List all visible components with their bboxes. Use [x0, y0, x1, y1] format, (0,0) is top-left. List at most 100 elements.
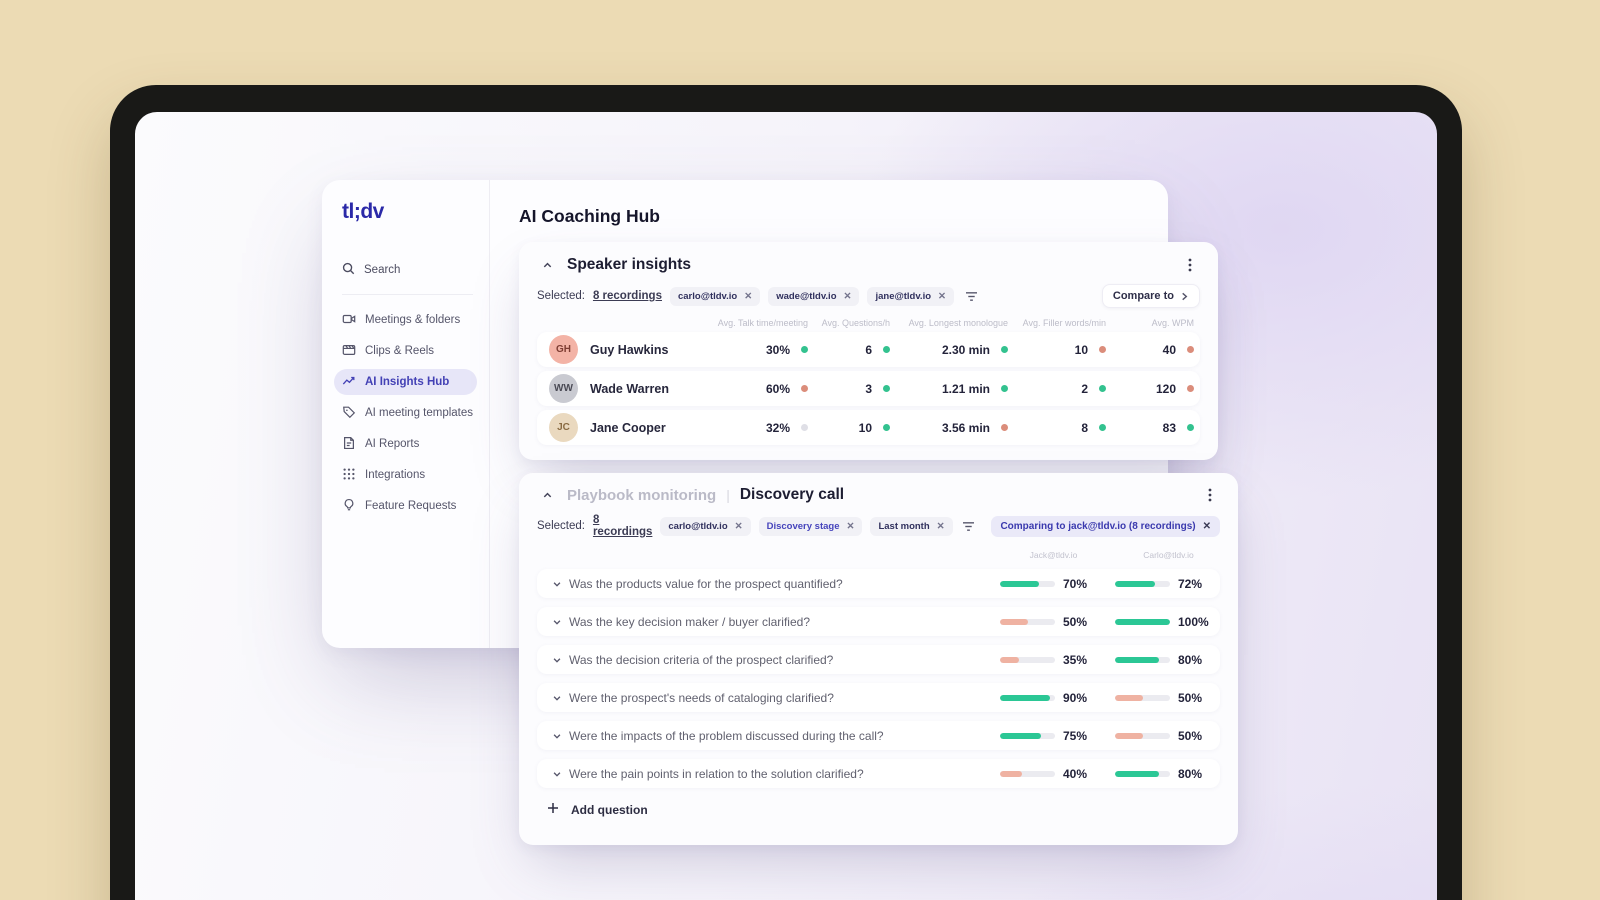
filter-chip-last-month[interactable]: Last month ✕ — [870, 516, 953, 536]
sidebar-item-ai-insights-hub[interactable]: AI Insights Hub — [334, 369, 477, 395]
sidebar-item-ai-meeting-templates[interactable]: AI meeting templates — [334, 400, 477, 426]
table-row[interactable]: WW Wade Warren 60% 3 1.21 min 2 120 — [537, 371, 1200, 406]
percent-value: 50% — [1178, 728, 1203, 743]
question-row[interactable]: Was the key decision maker / buyer clari… — [537, 607, 1220, 636]
card-title-muted: Playbook monitoring — [567, 486, 717, 504]
sidebar-item-ai-reports[interactable]: AI Reports — [334, 431, 477, 457]
status-dot — [1099, 346, 1106, 353]
chevron-down-icon[interactable] — [545, 693, 569, 703]
percent-value: 72% — [1178, 576, 1203, 591]
progress-bar — [1000, 656, 1055, 663]
report-doc-icon — [342, 436, 356, 453]
trend-chart-icon — [342, 374, 356, 391]
close-icon[interactable]: ✕ — [937, 521, 945, 532]
question-row[interactable]: Was the decision criteria of the prospec… — [537, 645, 1220, 674]
sidebar-item-meetings-folders[interactable]: Meetings & folders — [334, 307, 477, 333]
filter-chip-wade[interactable]: wade@tldv.io ✕ — [768, 286, 860, 306]
comparing-chip[interactable]: Comparing to jack@tldv.io (8 recordings)… — [991, 515, 1220, 537]
collapse-chevron-up-icon[interactable] — [537, 255, 557, 275]
filter-icon[interactable] — [961, 516, 976, 536]
filter-chip-carlo[interactable]: carlo@tldv.io ✕ — [660, 516, 751, 536]
sidebar-item-label: Clips & Reels — [365, 345, 435, 357]
chip-label: carlo@tldv.io — [677, 290, 738, 302]
progress-bar — [1115, 732, 1170, 739]
chevron-down-icon[interactable] — [545, 769, 569, 779]
filter-chip-discovery-stage[interactable]: Discovery stage ✕ — [758, 516, 863, 536]
device-frame: tl;dv Search Meetings & folders Clips & … — [110, 85, 1462, 900]
search-input[interactable]: Search — [342, 262, 477, 278]
add-question-button[interactable]: Add question — [537, 801, 1220, 819]
selected-recordings-link[interactable]: 8 recordings — [593, 514, 652, 538]
column-header: Avg. Longest monologue — [908, 318, 1008, 328]
close-icon[interactable]: ✕ — [735, 521, 743, 532]
progress-bar — [1115, 618, 1170, 625]
kebab-menu-icon[interactable] — [1200, 485, 1220, 505]
metric-value: 10 — [858, 420, 872, 435]
status-dot — [1099, 385, 1106, 392]
table-row[interactable]: GH Guy Hawkins 30% 6 2.30 min 10 40 — [537, 332, 1200, 367]
sidebar-item-label: AI Insights Hub — [365, 376, 450, 388]
question-text: Was the key decision maker / buyer clari… — [569, 614, 810, 629]
sidebar-divider — [342, 294, 473, 295]
status-dot — [883, 346, 890, 353]
page-title: AI Coaching Hub — [519, 206, 660, 226]
status-dot — [883, 424, 890, 431]
metric-value: 3.56 min — [941, 420, 990, 435]
column-header: Avg. Talk time/meeting — [717, 318, 808, 328]
chevron-down-icon[interactable] — [545, 731, 569, 741]
column-header: Avg. Questions/h — [821, 318, 890, 328]
chevron-down-icon[interactable] — [545, 579, 569, 589]
selected-recordings-link[interactable]: 8 recordings — [593, 290, 662, 302]
question-row[interactable]: Were the prospect's needs of cataloging … — [537, 683, 1220, 712]
progress-bar — [1000, 580, 1055, 587]
tldv-logo: tl;dv — [342, 200, 384, 223]
table-column-headers: Avg. Talk time/meeting Avg. Questions/h … — [537, 318, 1200, 328]
filter-chip-carlo[interactable]: carlo@tldv.io ✕ — [669, 286, 761, 306]
grid-dots-icon — [342, 467, 356, 484]
status-dot — [1187, 346, 1194, 353]
table-row[interactable]: JC Jane Cooper 32% 10 3.56 min 8 83 — [537, 410, 1200, 445]
sidebar-item-label: Integrations — [365, 469, 426, 481]
percent-value: 50% — [1178, 690, 1203, 705]
collapse-chevron-up-icon[interactable] — [537, 485, 557, 505]
sidebar-item-clips-reels[interactable]: Clips & Reels — [334, 338, 477, 364]
sidebar-item-label: AI meeting templates — [365, 407, 474, 419]
compare-to-button[interactable]: Compare to — [1101, 284, 1200, 308]
close-icon[interactable]: ✕ — [744, 291, 752, 302]
metric-value: 8 — [1081, 420, 1088, 435]
percent-value: 75% — [1063, 728, 1088, 743]
progress-bar — [1115, 656, 1170, 663]
selected-label: Selected: — [537, 290, 585, 302]
status-dot — [1001, 385, 1008, 392]
sidebar-item-integrations[interactable]: Integrations — [334, 462, 477, 488]
filter-chip-jane[interactable]: jane@tldv.io ✕ — [867, 286, 954, 306]
close-icon[interactable]: ✕ — [846, 521, 854, 532]
chevron-down-icon[interactable] — [545, 617, 569, 627]
question-row[interactable]: Was the products value for the prospect … — [537, 569, 1220, 598]
metric-value: 2.30 min — [941, 342, 990, 357]
speaker-name: Wade Warren — [590, 381, 669, 396]
percent-value: 35% — [1063, 652, 1088, 667]
sidebar-item-feature-requests[interactable]: Feature Requests — [334, 493, 477, 519]
filter-icon[interactable] — [962, 286, 982, 306]
progress-bar — [1115, 770, 1170, 777]
close-icon[interactable]: ✕ — [844, 291, 852, 302]
clapperboard-icon — [342, 343, 356, 360]
kebab-menu-icon[interactable] — [1180, 255, 1200, 275]
search-label: Search — [364, 264, 401, 276]
question-text: Was the decision criteria of the prospec… — [569, 652, 834, 667]
chip-label: Discovery stage — [766, 520, 840, 532]
metric-value: 60% — [765, 381, 790, 396]
metric-value: 1.21 min — [941, 381, 990, 396]
metric-value: 83 — [1162, 420, 1176, 435]
question-row[interactable]: Were the pain points in relation to the … — [537, 759, 1220, 788]
close-icon[interactable]: ✕ — [1203, 521, 1211, 532]
close-icon[interactable]: ✕ — [938, 291, 946, 302]
chip-label: Comparing to jack@tldv.io (8 recordings) — [1000, 520, 1196, 532]
compare-to-label: Compare to — [1112, 290, 1174, 302]
chevron-down-icon[interactable] — [545, 655, 569, 665]
status-dot — [883, 385, 890, 392]
question-row[interactable]: Were the impacts of the problem discusse… — [537, 721, 1220, 750]
status-dot — [1187, 424, 1194, 431]
chip-label: wade@tldv.io — [776, 290, 837, 302]
